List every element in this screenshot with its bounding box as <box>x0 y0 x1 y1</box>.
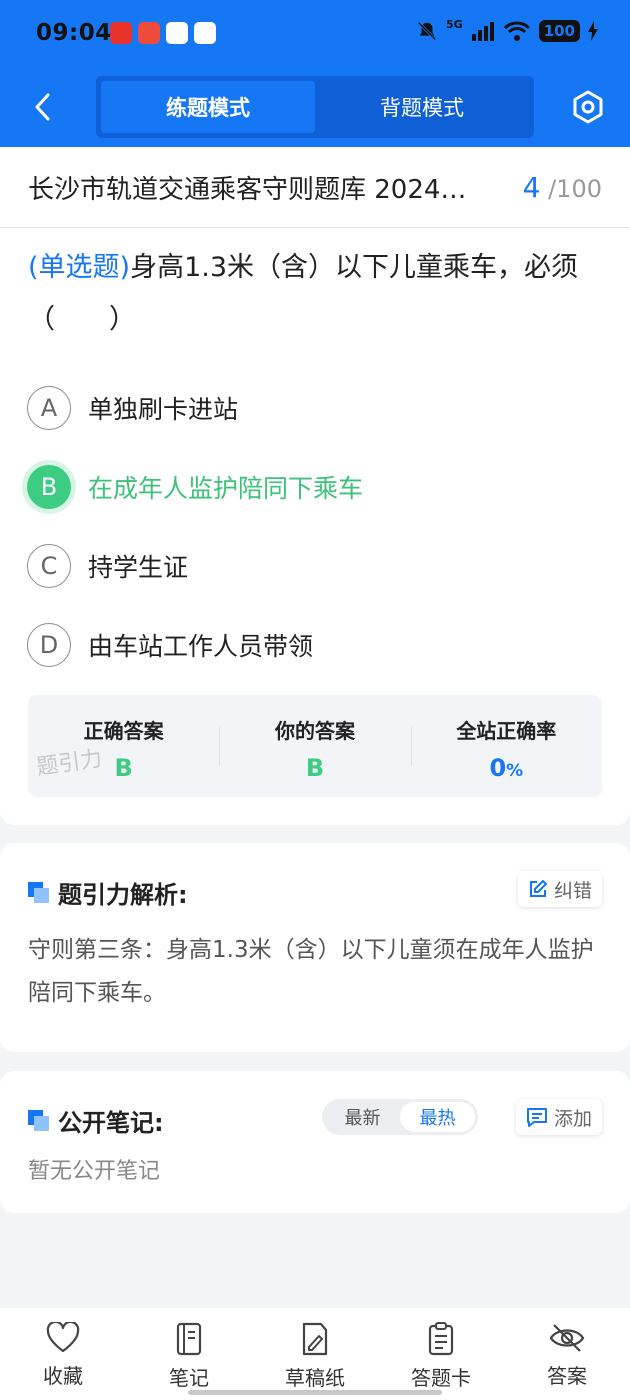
mode-toggle: 练题模式 背题模式 <box>96 76 534 138</box>
notebook-icon <box>176 1322 202 1356</box>
favorite-label: 收藏 <box>43 1364 83 1388</box>
accuracy-col: 全站正确率 0% <box>410 695 602 797</box>
back-button[interactable] <box>22 86 62 128</box>
tab-recite-mode[interactable]: 背题模式 <box>315 81 529 133</box>
mute-bell-icon <box>417 21 437 41</box>
option-letter: D <box>27 622 71 667</box>
status-time: 09:04 <box>36 20 112 46</box>
report-error-label: 纠错 <box>553 879 592 902</box>
heart-icon <box>46 1322 80 1353</box>
accuracy-number: 0 <box>489 754 507 782</box>
accuracy-value: 0% <box>489 754 523 782</box>
question-card: 长沙市轨道交通乘客守则题库 2024… 4 /100 (单选题)身高1.3米（含… <box>0 147 630 825</box>
question-type: (单选题) <box>28 252 131 283</box>
show-answer-label: 答案 <box>547 1364 587 1388</box>
analysis-header: 题引力解析: <box>28 875 188 910</box>
draft-button[interactable]: 草稿纸 <box>252 1308 378 1400</box>
option-c[interactable]: C 持学生证 <box>0 526 630 605</box>
add-note-label: 添加 <box>553 1107 592 1130</box>
analysis-title: 题引力解析: <box>58 881 188 909</box>
sort-latest[interactable]: 最新 <box>325 1102 400 1132</box>
status-bar: 09:04 5G 100 <box>0 0 630 68</box>
chevron-left-icon <box>35 93 50 121</box>
top-bar: 09:04 5G 100 练题模式 背题模式 <box>0 0 630 147</box>
empty-notes-text: 暂无公开笔记 <box>28 1159 161 1184</box>
draft-icon <box>302 1322 328 1356</box>
favorite-button[interactable]: 收藏 <box>0 1308 126 1400</box>
notes-card: 公开笔记: 最新 最热 添加 暂无公开笔记 <box>0 1071 630 1213</box>
option-text: 持学生证 <box>88 552 189 582</box>
analysis-text: 守则第三条：身高1.3米（含）以下儿童须在成年人监护陪同下乘车。 <box>28 937 594 1006</box>
option-letter: B <box>27 464 71 509</box>
settings-hexagon-icon <box>573 90 603 124</box>
your-answer-label: 你的答案 <box>274 719 355 743</box>
answer-card-button[interactable]: 答题卡 <box>378 1308 504 1400</box>
analysis-card: 题引力解析: 纠错 守则第三条：身高1.3米（含）以下儿童须在成年人监护陪同下乘… <box>0 843 630 1052</box>
charging-icon <box>588 21 598 41</box>
battery-level: 100 <box>538 20 580 42</box>
nav-row: 练题模式 背题模式 <box>0 76 630 138</box>
bottom-toolbar: 收藏 笔记 草稿纸 答题卡 答案 <box>0 1308 630 1400</box>
answer-card-icon <box>428 1322 454 1356</box>
notes-label: 笔记 <box>169 1366 209 1390</box>
options-list: A 单独刷卡进站 B 在成年人监护陪同下乘车 C 持学生证 D 由车站工作人员带… <box>0 368 630 684</box>
watermark: 题引力 <box>34 746 104 781</box>
notification-icons <box>110 22 216 44</box>
home-indicator[interactable] <box>188 1390 442 1395</box>
question-text-block: (单选题)身高1.3米（含）以下儿童乘车，必须（ ） <box>0 228 630 346</box>
option-text: 在成年人监护陪同下乘车 <box>88 473 364 503</box>
option-b[interactable]: B 在成年人监护陪同下乘车 <box>0 447 630 526</box>
app-notification-icon <box>138 22 160 44</box>
report-error-button[interactable]: 纠错 <box>517 871 602 907</box>
signal-icon <box>471 22 494 41</box>
sort-hottest[interactable]: 最热 <box>400 1102 475 1132</box>
draft-label: 草稿纸 <box>285 1366 345 1390</box>
option-text: 由车站工作人员带领 <box>88 631 314 661</box>
app-notification-icon <box>110 22 132 44</box>
accuracy-unit: % <box>506 761 524 781</box>
add-note-button[interactable]: 添加 <box>515 1099 602 1135</box>
accuracy-label: 全站正确率 <box>456 719 557 743</box>
option-d[interactable]: D 由车站工作人员带领 <box>0 605 630 684</box>
edit-icon <box>529 880 547 897</box>
your-answer-value: B <box>305 754 325 782</box>
option-a[interactable]: A 单独刷卡进站 <box>0 368 630 447</box>
show-answer-button[interactable]: 答案 <box>504 1308 630 1400</box>
app-notification-icon <box>194 22 216 44</box>
option-text: 单独刷卡进站 <box>88 394 239 424</box>
correct-answer-label: 正确答案 <box>83 719 164 743</box>
eye-off-icon <box>549 1324 585 1352</box>
bank-title: 长沙市轨道交通乘客守则题库 2024… <box>28 174 467 205</box>
section-icon <box>28 881 50 904</box>
correct-answer-col: 正确答案 B 题引力 <box>28 695 219 797</box>
tab-practice-mode[interactable]: 练题模式 <box>101 81 315 133</box>
answer-card-label: 答题卡 <box>411 1366 471 1390</box>
answer-summary: 正确答案 B 题引力 你的答案 B 全站正确率 0% <box>28 695 602 797</box>
current-question-number: 4 <box>522 170 541 204</box>
network-type: 5G <box>446 17 463 31</box>
correct-answer-value: B <box>114 754 133 782</box>
notes-button[interactable]: 笔记 <box>126 1308 252 1400</box>
app-notification-icon <box>166 22 188 44</box>
wifi-icon <box>503 21 530 41</box>
bank-row: 长沙市轨道交通乘客守则题库 2024… 4 /100 <box>0 147 630 228</box>
question-progress: 4 /100 <box>523 171 602 204</box>
comment-icon <box>526 1108 547 1127</box>
notes-title: 公开笔记: <box>58 1109 164 1137</box>
notes-header: 公开笔记: <box>28 1103 164 1138</box>
settings-button[interactable] <box>568 87 608 127</box>
notes-sort-toggle: 最新 最热 <box>322 1099 478 1135</box>
option-letter: C <box>27 543 71 588</box>
your-answer-col: 你的答案 B <box>219 695 410 797</box>
option-letter: A <box>27 385 71 430</box>
section-icon <box>28 1109 50 1132</box>
status-right: 5G 100 <box>416 17 598 42</box>
total-questions: /100 <box>548 174 602 203</box>
